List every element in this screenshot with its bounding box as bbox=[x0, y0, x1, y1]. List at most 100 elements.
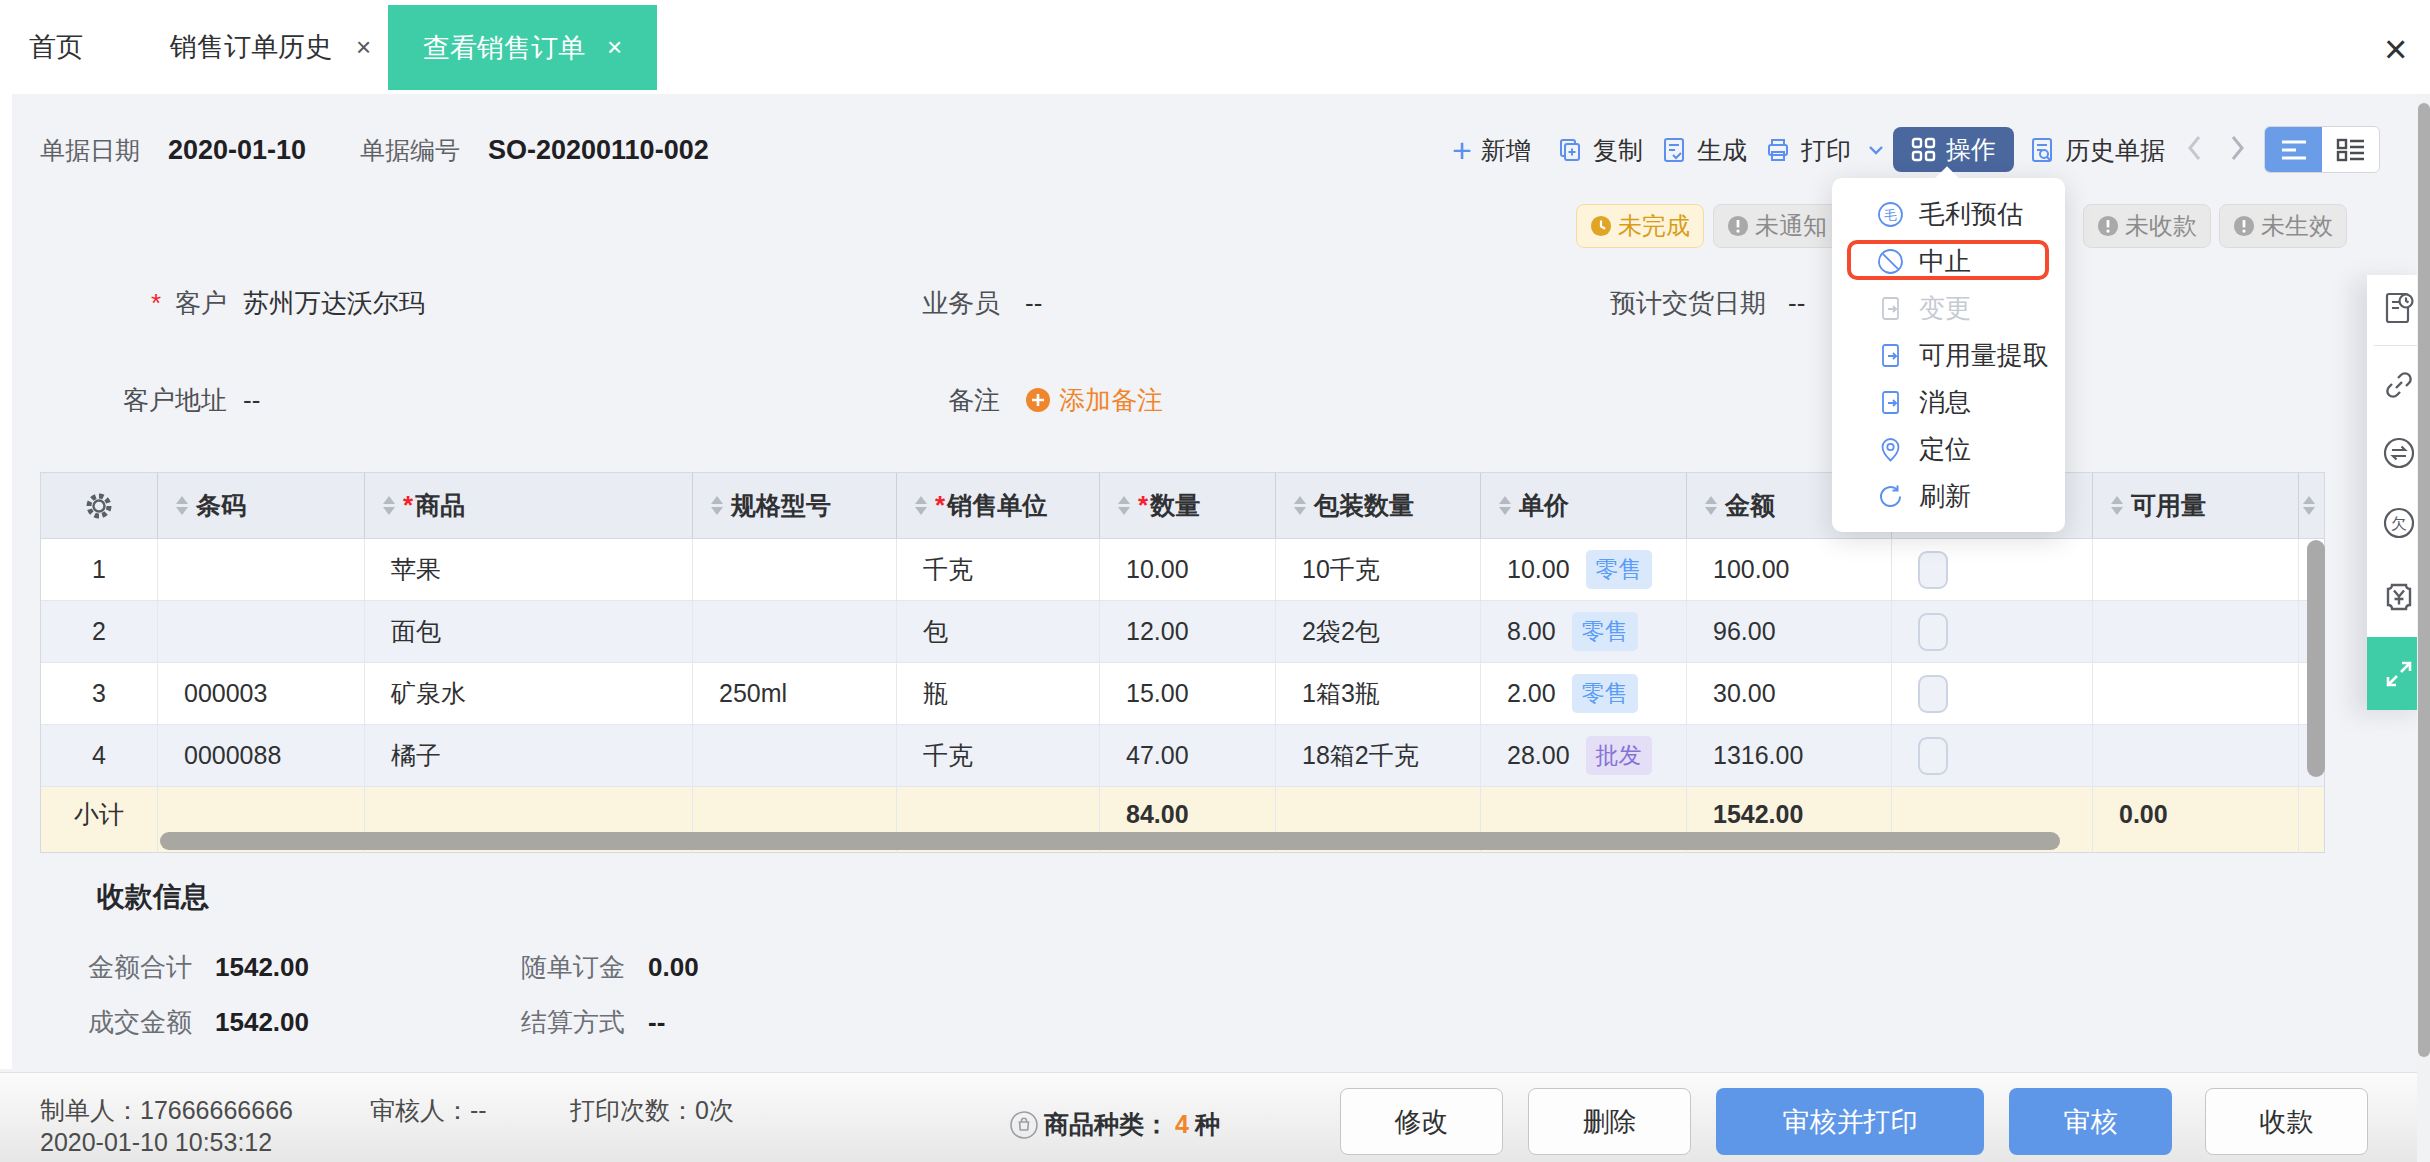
price-tag[interactable]: 零售 bbox=[1586, 550, 1652, 589]
tab-close-icon[interactable]: × bbox=[607, 32, 622, 63]
cell-barcode[interactable]: 000003 bbox=[158, 663, 365, 725]
address-value[interactable]: -- bbox=[243, 378, 260, 422]
salesman-value[interactable]: -- bbox=[1025, 281, 1042, 325]
header-pack-qty[interactable]: 包装数量 bbox=[1276, 473, 1481, 539]
header-product[interactable]: *商品 bbox=[365, 473, 693, 539]
column-settings[interactable] bbox=[41, 473, 158, 539]
next-arrow-icon[interactable] bbox=[2230, 134, 2246, 162]
audit-print-button[interactable]: 审核并打印 bbox=[1716, 1088, 1984, 1155]
audit-button[interactable]: 审核 bbox=[2009, 1088, 2172, 1155]
modify-button[interactable]: 修改 bbox=[1340, 1088, 1503, 1155]
cell-check[interactable] bbox=[1892, 539, 2093, 601]
table-row[interactable]: 3 000003 矿泉水 250ml 瓶 15.00 1箱3瓶 2.00零售 3… bbox=[41, 663, 2324, 725]
menu-item-refresh[interactable]: 刷新 bbox=[1832, 473, 2065, 520]
cell-product[interactable]: 苹果 bbox=[365, 539, 693, 601]
cell-spec[interactable]: 250ml bbox=[693, 663, 897, 725]
cell-amount[interactable]: 96.00 bbox=[1687, 601, 1892, 663]
header-price[interactable]: 单价 bbox=[1481, 473, 1687, 539]
cell-spec[interactable] bbox=[693, 601, 897, 663]
prev-arrow-icon[interactable] bbox=[2186, 134, 2202, 162]
cell-pack[interactable]: 18箱2千克 bbox=[1276, 725, 1481, 787]
cell-qty[interactable]: 10.00 bbox=[1100, 539, 1276, 601]
doc-date: 单据日期 2020-01-10 bbox=[40, 128, 306, 172]
customer-value[interactable]: 苏州万达沃尔玛 bbox=[243, 281, 425, 325]
cell-amount[interactable]: 30.00 bbox=[1687, 663, 1892, 725]
cell-unit[interactable]: 千克 bbox=[897, 725, 1100, 787]
cell-check[interactable] bbox=[1892, 663, 2093, 725]
table-vertical-scrollbar[interactable] bbox=[2307, 540, 2325, 777]
delete-button[interactable]: 删除 bbox=[1528, 1088, 1691, 1155]
cell-barcode[interactable] bbox=[158, 539, 365, 601]
page-scrollbar-thumb[interactable] bbox=[2418, 103, 2430, 1057]
table-row[interactable]: 4 0000088 橘子 千克 47.00 18箱2千克 28.00批发 131… bbox=[41, 725, 2324, 787]
cell-unit[interactable]: 瓶 bbox=[897, 663, 1100, 725]
cell-product[interactable]: 矿泉水 bbox=[365, 663, 693, 725]
link-icon[interactable] bbox=[2380, 366, 2418, 404]
menu-item-profit-estimate[interactable]: 毛 毛利预估 bbox=[1832, 191, 2065, 238]
cell-product[interactable]: 橘子 bbox=[365, 725, 693, 787]
print-button[interactable]: 打印 bbox=[1764, 128, 1884, 172]
table-row[interactable]: 1 苹果 千克 10.00 10千克 10.00零售 100.00 bbox=[41, 539, 2324, 601]
cell-pack[interactable]: 1箱3瓶 bbox=[1276, 663, 1481, 725]
generate-button[interactable]: 生成 bbox=[1660, 128, 1747, 172]
add-button[interactable]: + 新增 bbox=[1452, 128, 1531, 172]
cell-unit[interactable]: 千克 bbox=[897, 539, 1100, 601]
chevron-down-icon[interactable] bbox=[1868, 145, 1884, 156]
yen-ticket-icon[interactable] bbox=[2380, 578, 2418, 616]
cell-barcode[interactable] bbox=[158, 601, 365, 663]
cell-amount[interactable]: 1316.00 bbox=[1687, 725, 1892, 787]
cell-price[interactable]: 28.00批发 bbox=[1481, 725, 1687, 787]
cell-barcode[interactable]: 0000088 bbox=[158, 725, 365, 787]
checkbox[interactable] bbox=[1918, 675, 1948, 713]
cell-qty[interactable]: 47.00 bbox=[1100, 725, 1276, 787]
header-unit[interactable]: *销售单位 bbox=[897, 473, 1100, 539]
horizontal-scrollbar[interactable] bbox=[160, 832, 2060, 850]
owe-icon[interactable]: 欠 bbox=[2380, 504, 2418, 542]
close-icon[interactable]: × bbox=[2384, 29, 2407, 69]
menu-item-available-extract[interactable]: 可用量提取 bbox=[1832, 332, 2065, 379]
receive-button[interactable]: 收款 bbox=[2205, 1088, 2368, 1155]
cell-unit[interactable]: 包 bbox=[897, 601, 1100, 663]
cell-check[interactable] bbox=[1892, 601, 2093, 663]
refresh-icon bbox=[1877, 483, 1904, 510]
action-button[interactable]: 操作 bbox=[1893, 127, 2014, 172]
menu-item-message[interactable]: 消息 bbox=[1832, 379, 2065, 426]
delivery-date-value[interactable]: -- bbox=[1788, 281, 1805, 325]
checkbox[interactable] bbox=[1918, 613, 1948, 651]
tab-view-sales-order[interactable]: 查看销售订单× bbox=[388, 5, 657, 90]
table-row[interactable]: 2 面包 包 12.00 2袋2包 8.00零售 96.00 bbox=[41, 601, 2324, 663]
price-tag[interactable]: 零售 bbox=[1572, 612, 1638, 651]
header-extra[interactable] bbox=[2299, 473, 2324, 539]
cell-price[interactable]: 10.00零售 bbox=[1481, 539, 1687, 601]
copy-button[interactable]: 复制 bbox=[1556, 128, 1643, 172]
cell-spec[interactable] bbox=[693, 539, 897, 601]
list-view-button[interactable] bbox=[2265, 127, 2322, 172]
cell-check[interactable] bbox=[1892, 725, 2093, 787]
tab-home[interactable]: 首页 bbox=[29, 0, 83, 94]
tab-close-icon[interactable]: × bbox=[356, 32, 371, 63]
header-spec[interactable]: 规格型号 bbox=[693, 473, 897, 539]
exchange-icon[interactable] bbox=[2380, 434, 2418, 472]
add-remark-button[interactable]: 添加备注 bbox=[1025, 378, 1163, 422]
price-tag[interactable]: 批发 bbox=[1586, 736, 1652, 775]
history-doc-button[interactable]: 历史单据 bbox=[2028, 128, 2165, 172]
price-tag[interactable]: 零售 bbox=[1572, 674, 1638, 713]
header-available[interactable]: 可用量 bbox=[2093, 473, 2299, 539]
menu-item-locate[interactable]: 定位 bbox=[1832, 426, 2065, 473]
doc-history-icon[interactable] bbox=[2380, 289, 2418, 327]
cell-pack[interactable]: 10千克 bbox=[1276, 539, 1481, 601]
cell-price[interactable]: 8.00零售 bbox=[1481, 601, 1687, 663]
header-barcode[interactable]: 条码 bbox=[158, 473, 365, 539]
cell-product[interactable]: 面包 bbox=[365, 601, 693, 663]
cell-qty[interactable]: 12.00 bbox=[1100, 601, 1276, 663]
cell-price[interactable]: 2.00零售 bbox=[1481, 663, 1687, 725]
checkbox[interactable] bbox=[1918, 551, 1948, 589]
cell-spec[interactable] bbox=[693, 725, 897, 787]
cell-amount[interactable]: 100.00 bbox=[1687, 539, 1892, 601]
tab-sales-history[interactable]: 销售订单历史× bbox=[170, 0, 371, 94]
cell-pack[interactable]: 2袋2包 bbox=[1276, 601, 1481, 663]
cell-qty[interactable]: 15.00 bbox=[1100, 663, 1276, 725]
card-view-button[interactable] bbox=[2322, 127, 2379, 172]
checkbox[interactable] bbox=[1918, 737, 1948, 775]
header-qty[interactable]: *数量 bbox=[1100, 473, 1276, 539]
